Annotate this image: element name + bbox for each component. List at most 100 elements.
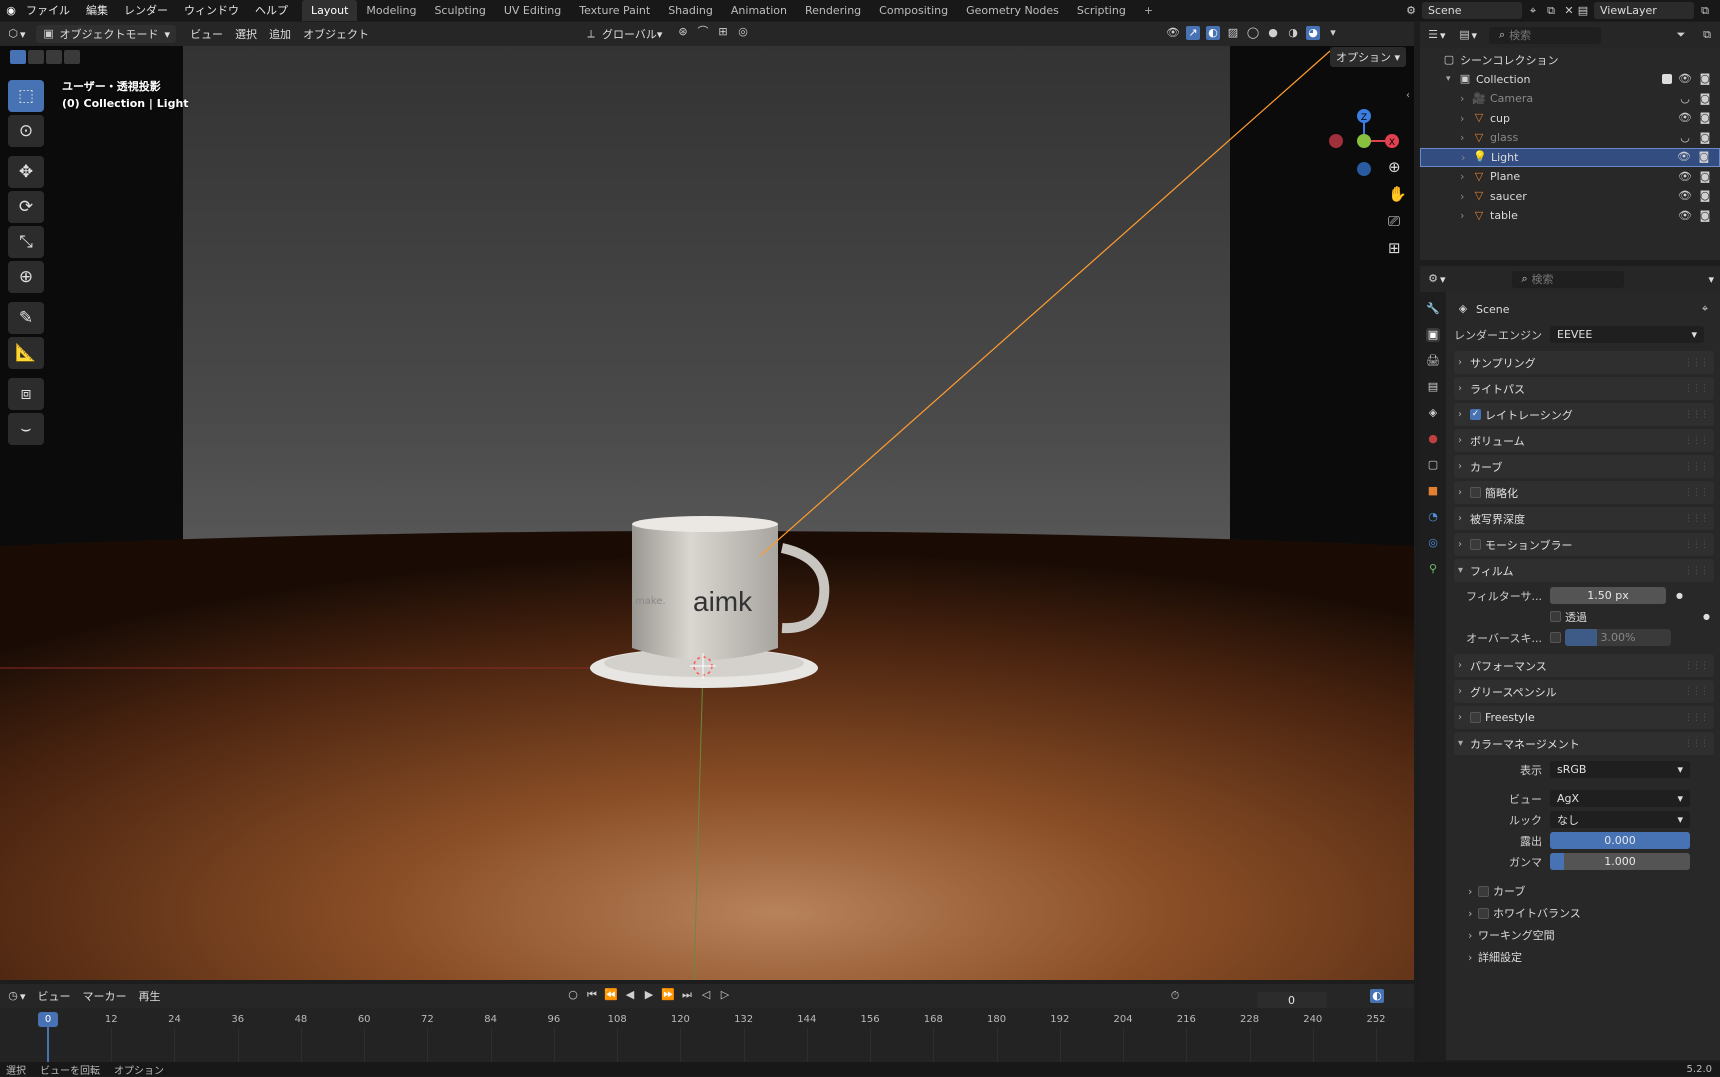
render-icon[interactable]: ◙ bbox=[1698, 189, 1712, 203]
expand-icon[interactable]: › bbox=[1461, 151, 1473, 164]
panel-checkbox[interactable] bbox=[1470, 712, 1481, 723]
menu-render[interactable]: レンダー bbox=[116, 0, 176, 21]
rendered-shading-icon[interactable]: ◕ bbox=[1306, 26, 1320, 40]
panel-properties.panels_top-4[interactable]: › カーブ ⋮⋮⋮ bbox=[1454, 455, 1714, 478]
tab-scripting[interactable]: Scripting bbox=[1068, 0, 1135, 21]
tab-sculpting[interactable]: Sculpting bbox=[425, 0, 494, 21]
eye-icon[interactable]: 👁 bbox=[1678, 111, 1692, 125]
subpanel-3[interactable]: › 詳細設定 bbox=[1468, 946, 1720, 968]
look-select[interactable]: なし ▾ bbox=[1550, 811, 1690, 828]
properties-search-input[interactable]: ⌕ 検索 bbox=[1511, 270, 1624, 288]
output-tab-icon[interactable]: 🖨 bbox=[1426, 354, 1440, 368]
render-icon[interactable]: ◙ bbox=[1698, 170, 1712, 184]
keyframe-dot[interactable]: ● bbox=[1703, 612, 1710, 621]
tab-rendering[interactable]: Rendering bbox=[796, 0, 870, 21]
transform-tool[interactable]: ⊕ bbox=[8, 261, 44, 293]
pivot-icon[interactable]: ⊛ bbox=[676, 25, 690, 39]
curve-tool[interactable]: ⌣ bbox=[8, 413, 44, 445]
tab-animation[interactable]: Animation bbox=[722, 0, 796, 21]
prev-keyframe-icon[interactable]: ⏪ bbox=[604, 988, 618, 1002]
playhead[interactable]: 0 bbox=[38, 1012, 58, 1027]
tab-uv-editing[interactable]: UV Editing bbox=[495, 0, 570, 21]
scene-field[interactable]: Scene bbox=[1422, 2, 1522, 19]
zoom-icon[interactable]: ⊕ bbox=[1388, 158, 1407, 176]
orientation-selector[interactable]: ⟂ グローバル ▾ bbox=[578, 25, 668, 43]
render-icon[interactable]: ◙ bbox=[1698, 209, 1712, 223]
menu-edit[interactable]: 編集 bbox=[78, 0, 116, 21]
eye-icon[interactable]: ◡ bbox=[1678, 131, 1692, 145]
select-new-icon[interactable] bbox=[10, 50, 26, 64]
viewlayer-icon[interactable]: ▤ bbox=[1576, 4, 1590, 18]
collection-tab-icon[interactable]: ▢ bbox=[1426, 458, 1440, 472]
overscan-field[interactable]: 3.00% bbox=[1565, 629, 1671, 646]
panel-checkbox[interactable] bbox=[1470, 539, 1481, 550]
select-extend-icon[interactable] bbox=[28, 50, 44, 64]
transparent-checkbox[interactable] bbox=[1550, 611, 1561, 622]
timeline-menu-view[interactable]: ビュー bbox=[32, 987, 77, 1005]
visibility-icon[interactable]: 👁 bbox=[1166, 26, 1180, 40]
outliner-item-cup[interactable]: › ▽ cup 👁 ◙ bbox=[1420, 109, 1720, 129]
exposure-field[interactable]: 0.000 bbox=[1550, 832, 1690, 849]
play-reverse-icon[interactable]: ◀ bbox=[623, 988, 637, 1002]
move-tool[interactable]: ✥ bbox=[8, 156, 44, 188]
panel-properties.panels_top-1[interactable]: › ライトパス ⋮⋮⋮ bbox=[1454, 377, 1714, 400]
next-keyframe-icon[interactable]: ⏩ bbox=[661, 988, 675, 1002]
expand-icon[interactable]: › bbox=[1460, 131, 1472, 144]
panel-properties.panels_mid-2[interactable]: › Freestyle ⋮⋮⋮ bbox=[1454, 706, 1714, 729]
next-frame-icon[interactable]: ▷ bbox=[718, 988, 732, 1002]
keyframe-dot[interactable]: ● bbox=[1676, 591, 1683, 600]
tab-modeling[interactable]: Modeling bbox=[357, 0, 425, 21]
tab-shading[interactable]: Shading bbox=[659, 0, 722, 21]
expand-icon[interactable]: › bbox=[1460, 112, 1472, 125]
subpanel-2[interactable]: › ワーキング空間 bbox=[1468, 924, 1720, 946]
timeline-menu-playback[interactable]: 再生 bbox=[133, 987, 167, 1005]
play-icon[interactable]: ▶ bbox=[642, 988, 656, 1002]
expand-icon[interactable]: › bbox=[1460, 209, 1472, 222]
filter-size-field[interactable]: 1.50 px bbox=[1550, 587, 1666, 604]
drag-handle-icon[interactable]: ⋮⋮⋮ bbox=[1684, 540, 1709, 550]
panel-properties.panels_top-2[interactable]: › ✓ レイトレーシング ⋮⋮⋮ bbox=[1454, 403, 1714, 426]
outliner-item-glass[interactable]: › ▽ glass ◡ ◙ bbox=[1420, 128, 1720, 148]
render-icon[interactable]: ◙ bbox=[1698, 111, 1712, 125]
eye-icon[interactable]: 👁 bbox=[1678, 170, 1692, 184]
scene-icon[interactable]: ⚙ bbox=[1404, 4, 1418, 18]
subpanel-1[interactable]: › ホワイトバランス bbox=[1468, 902, 1720, 924]
expand-icon[interactable]: ▾ bbox=[1446, 74, 1458, 84]
shading-options-icon[interactable]: ▾ bbox=[1326, 26, 1340, 40]
expand-icon[interactable]: › bbox=[1460, 92, 1472, 105]
options-dropdown[interactable]: オプション ▾ bbox=[1330, 47, 1407, 67]
eye-icon[interactable]: 👁 bbox=[1678, 189, 1692, 203]
viewlayer-field[interactable]: ViewLayer bbox=[1594, 2, 1694, 19]
menu-help[interactable]: ヘルプ bbox=[247, 0, 296, 21]
drag-handle-icon[interactable]: ⋮⋮⋮ bbox=[1684, 384, 1709, 394]
perspective-grid-icon[interactable]: ⊞ bbox=[1388, 239, 1407, 257]
select-subtract-icon[interactable] bbox=[46, 50, 62, 64]
display-select[interactable]: sRGB ▾ bbox=[1550, 761, 1690, 778]
select-box-tool[interactable]: ⬚ bbox=[8, 80, 44, 112]
collection-checkbox[interactable] bbox=[1662, 74, 1672, 85]
drag-handle-icon[interactable]: ⋮⋮⋮ bbox=[1684, 661, 1709, 671]
rotate-tool[interactable]: ⟳ bbox=[8, 191, 44, 223]
view-transform-select[interactable]: AgX ▾ bbox=[1550, 790, 1690, 807]
panel-properties.panels_top-5[interactable]: › 簡略化 ⋮⋮⋮ bbox=[1454, 481, 1714, 504]
outliner-item-saucer[interactable]: › ▽ saucer 👁 ◙ bbox=[1420, 187, 1720, 207]
tab-geometry-nodes[interactable]: Geometry Nodes bbox=[957, 0, 1068, 21]
add-workspace-button[interactable]: + bbox=[1135, 0, 1162, 21]
material-shading-icon[interactable]: ◑ bbox=[1286, 26, 1300, 40]
current-frame-field[interactable]: 0 bbox=[1256, 991, 1327, 1009]
stopwatch-icon[interactable]: ⏱ bbox=[1168, 989, 1182, 1003]
pin-icon[interactable]: ⌖ bbox=[1526, 4, 1540, 18]
snap-target-icon[interactable]: ⊞ bbox=[716, 25, 730, 39]
eye-icon[interactable]: ◡ bbox=[1678, 92, 1692, 106]
delete-scene-icon[interactable]: ✕ bbox=[1562, 4, 1576, 18]
pan-hand-icon[interactable]: ✋ bbox=[1388, 185, 1407, 203]
eye-icon[interactable]: 👁 bbox=[1678, 209, 1692, 223]
panel-properties.panels_top-3[interactable]: › ボリューム ⋮⋮⋮ bbox=[1454, 429, 1714, 452]
3d-viewport[interactable]: aimk make. ユーザー・透視投影 (0) Collection | Li… bbox=[0, 46, 1414, 980]
camera-view-icon[interactable]: ⎚ bbox=[1388, 212, 1407, 230]
tab-compositing[interactable]: Compositing bbox=[870, 0, 957, 21]
panel-properties.panels_top-6[interactable]: › 被写界深度 ⋮⋮⋮ bbox=[1454, 507, 1714, 530]
scale-tool[interactable]: ⤡ bbox=[8, 226, 44, 258]
delete-viewlayer-icon[interactable]: ✕ bbox=[1716, 4, 1720, 18]
view-layer-tab-icon[interactable]: ▤ bbox=[1426, 380, 1440, 394]
